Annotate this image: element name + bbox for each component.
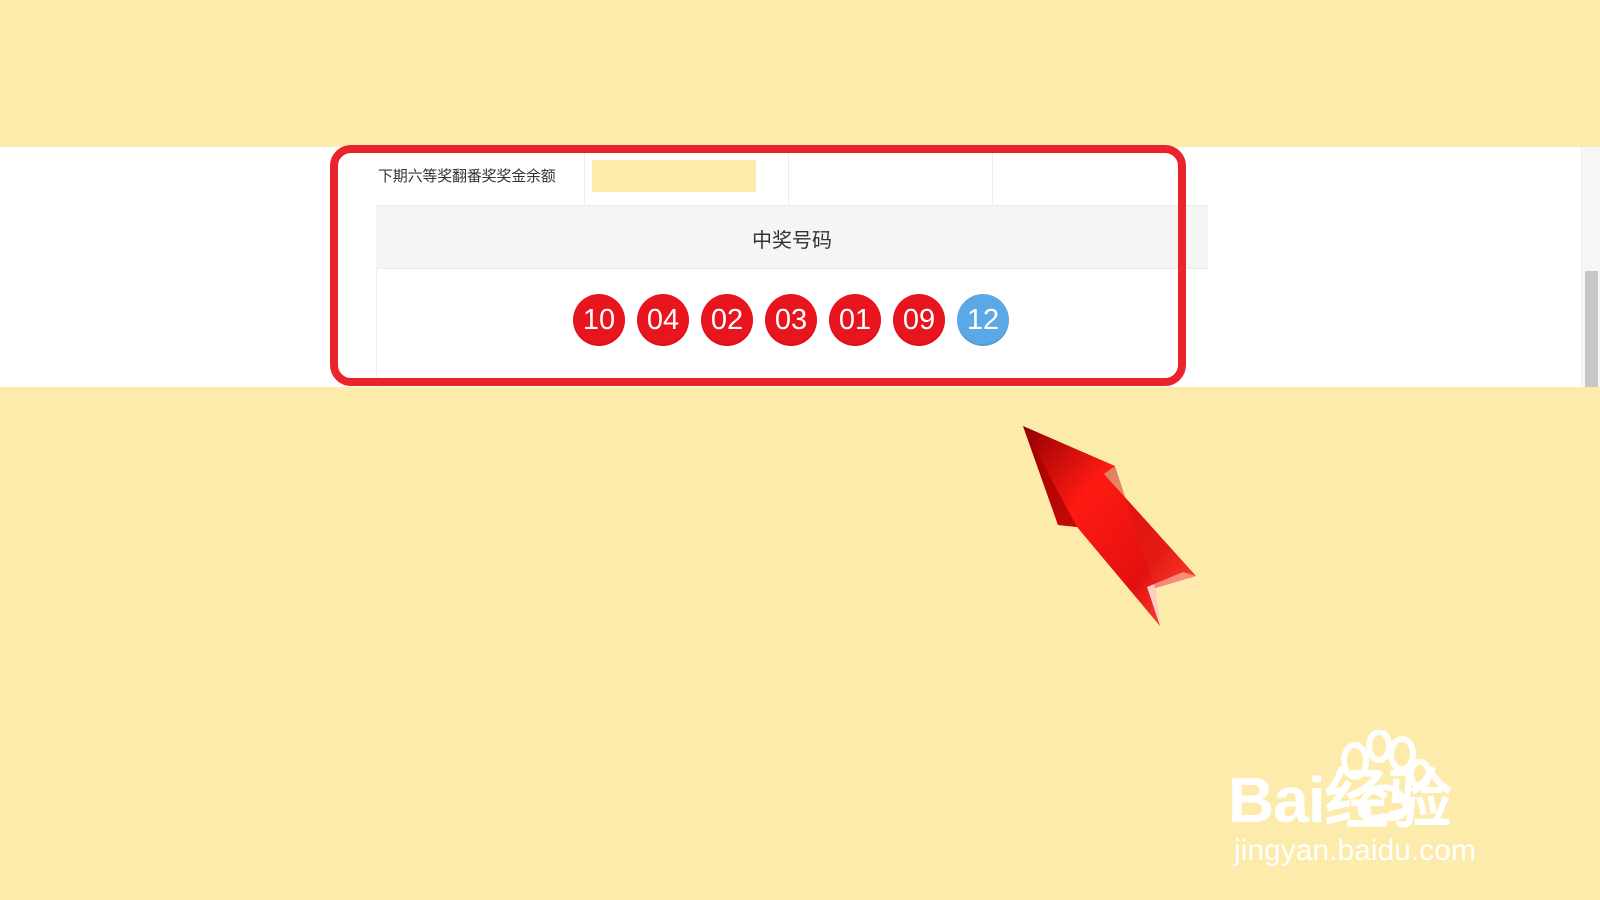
red-ball: 03 <box>765 294 817 346</box>
red-ball: 02 <box>701 294 753 346</box>
page-strip: 下期六等奖翻番奖奖金余额 中奖号码 10 04 02 03 01 09 12 <box>0 147 1600 387</box>
table-divider <box>584 147 585 205</box>
balance-label: 下期六等奖翻番奖奖金余额 <box>378 167 556 185</box>
lottery-result-table: 下期六等奖翻番奖奖金余额 中奖号码 10 04 02 03 01 09 12 <box>376 147 1208 387</box>
watermark-site: jingyan.baidu.com <box>1234 834 1476 867</box>
paw-icon <box>1341 730 1432 821</box>
table-divider <box>992 147 993 205</box>
number-balls: 10 04 02 03 01 09 12 <box>573 294 1009 346</box>
balance-value-highlight <box>592 160 756 192</box>
red-ball: 04 <box>637 294 689 346</box>
baidu-watermark: Bai经验 jingyan.baidu.com <box>1228 730 1528 875</box>
blue-ball: 12 <box>957 294 1009 346</box>
watermark-brand: Bai经验 <box>1228 764 1452 836</box>
winning-numbers-row: 10 04 02 03 01 09 12 <box>376 269 1208 387</box>
red-ball: 01 <box>829 294 881 346</box>
red-ball: 09 <box>893 294 945 346</box>
arrow-pointer-icon <box>1023 426 1196 626</box>
prize-balance-row: 下期六等奖翻番奖奖金余额 <box>376 147 1208 206</box>
vertical-scrollbar[interactable] <box>1581 147 1600 387</box>
scrollbar-thumb[interactable] <box>1585 271 1598 387</box>
table-divider <box>788 147 789 205</box>
winning-numbers-header: 中奖号码 <box>752 228 832 252</box>
red-ball: 10 <box>573 294 625 346</box>
winning-numbers-header-row: 中奖号码 <box>376 205 1208 269</box>
